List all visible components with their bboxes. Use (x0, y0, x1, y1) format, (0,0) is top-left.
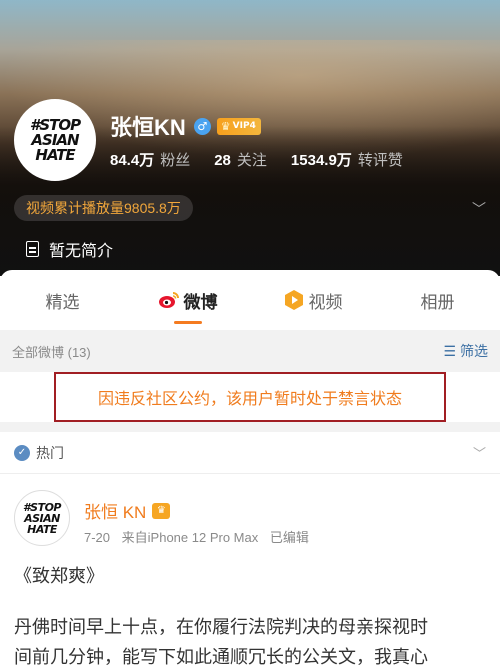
filter-bar: 全部微博 (13) ☰ 筛选 (0, 330, 500, 372)
tab-album[interactable]: 相册 (375, 270, 500, 330)
post-author-name[interactable]: 张恒 KN (84, 498, 146, 523)
vip-crown-icon: ♛ (152, 502, 171, 519)
stat-followers[interactable]: 84.4万 粉丝 (110, 149, 190, 170)
stat-label: 关注 (236, 152, 267, 169)
profile-tabs: 精选 微博 视频 相册 (0, 270, 500, 330)
post-source: 来自iPhone 12 Pro Max (121, 530, 259, 545)
post-body-line: 丹佛时间早上十点，在你履行法院判决的母亲探视时 (14, 617, 428, 637)
avatar-logo-line: #STOP (23, 500, 62, 514)
video-plays-pill[interactable]: 视频累计播放量9805.8万 (14, 195, 193, 221)
gender-male-icon: ♂ (193, 117, 211, 135)
stat-interactions[interactable]: 1534.9万 转评赞 (291, 149, 403, 170)
stat-number: 1534.9万 (290, 152, 352, 169)
avatar-logo-line: ASIAN (24, 511, 60, 525)
avatar-logo: #STOP ASIAN HATE (23, 500, 62, 536)
post-meta: 7-20 来自iPhone 12 Pro Max 已编辑 (84, 527, 317, 546)
tab-label: 微博 (183, 292, 218, 312)
post-body[interactable]: 丹佛时间早上十点，在你履行法院判决的母亲探视时 间前几分钟，能写下如此通顺冗长的… (14, 612, 490, 670)
profile-stats: 84.4万 粉丝 28 关注 1534.9万 转评赞 (110, 149, 427, 170)
tab-video[interactable]: 视频 (250, 270, 375, 330)
post-date: 7-20 (84, 530, 111, 545)
stat-label: 粉丝 (160, 152, 191, 169)
active-tab-indicator (173, 321, 202, 324)
document-icon (26, 241, 39, 257)
tab-label: 相册 (420, 292, 455, 312)
avatar-logo-line: HATE (35, 145, 75, 164)
stat-label: 转评赞 (357, 152, 403, 169)
profile-avatar[interactable]: #STOP ASIAN HATE (14, 99, 96, 181)
stat-following[interactable]: 28 关注 (214, 149, 267, 170)
hot-section-header[interactable]: ✓ 热门 ﹀ (0, 432, 500, 474)
avatar-logo: #STOP ASIAN HATE (25, 117, 85, 164)
filter-button[interactable]: ☰ 筛选 (443, 341, 488, 361)
filter-icon: ☰ (443, 342, 456, 359)
post-title: 《致郑爽》 (14, 566, 104, 586)
tab-label: 精选 (45, 292, 80, 312)
hot-label: 热门 (36, 444, 64, 461)
tab-featured[interactable]: 精选 (0, 270, 125, 330)
vip-badge[interactable]: ♛ VIP4 (216, 117, 261, 135)
ban-notice: 因违反社区公约，该用户暂时处于禁言状态 (0, 372, 500, 422)
chevron-down-icon[interactable]: ﹀ (473, 443, 486, 462)
post-body-line: 间前几分钟，能写下如此通顺冗长的公关文，我真心 (14, 647, 428, 667)
profile-name-row: 张恒KN ♂ ♛ VIP4 (110, 110, 261, 142)
hot-icon: ✓ (14, 444, 30, 461)
intro-text: 暂无简介 (49, 243, 114, 260)
post-author-avatar[interactable]: #STOP ASIAN HATE (14, 490, 70, 546)
weibo-logo-icon (158, 289, 180, 311)
video-icon (283, 289, 305, 311)
post-edited: 已编辑 (269, 530, 309, 545)
section-divider (0, 422, 500, 432)
filter-label: 筛选 (460, 343, 488, 359)
profile-name: 张恒KN (110, 115, 186, 140)
stat-number: 84.4万 (110, 152, 155, 169)
avatar-logo-line: HATE (27, 522, 57, 536)
tab-weibo[interactable]: 微博 (125, 270, 250, 330)
stat-number: 28 (214, 152, 231, 169)
tab-label: 视频 (308, 292, 343, 312)
chevron-down-icon[interactable]: ﹀ (472, 199, 486, 219)
ban-notice-text: 因违反社区公约，该用户暂时处于禁言状态 (54, 372, 446, 422)
post-author-row: 张恒 KN ♛ (84, 498, 171, 523)
profile-intro[interactable]: 暂无简介 (26, 237, 113, 261)
all-posts-count: 全部微博 (13) (12, 344, 91, 360)
crown-icon: ♛ (220, 119, 231, 133)
vip-label: VIP4 (232, 121, 256, 131)
